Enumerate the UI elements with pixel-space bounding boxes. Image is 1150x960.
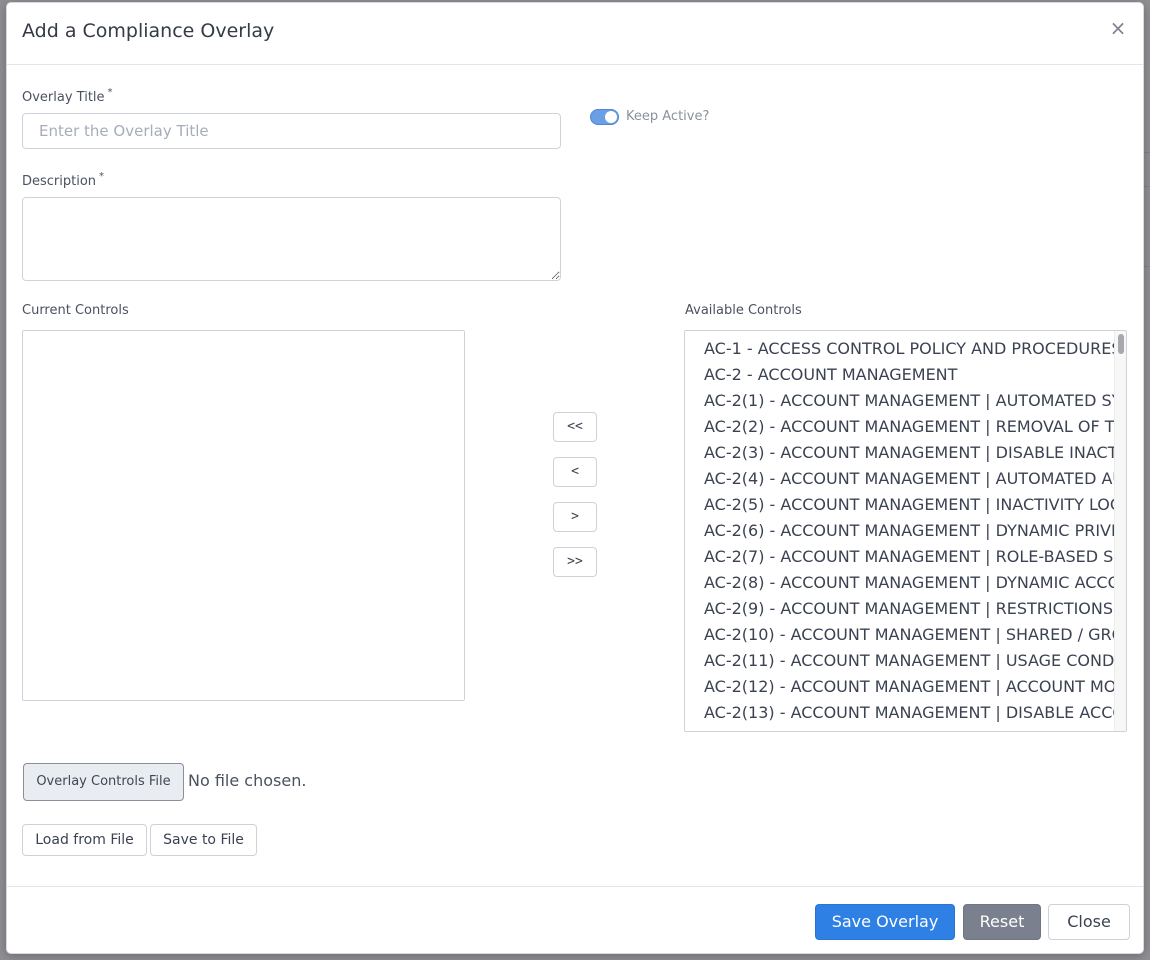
scrollbar-thumb[interactable] <box>1118 334 1124 354</box>
list-item[interactable]: AC-2(8) - ACCOUNT MANAGEMENT | DYNAMIC A… <box>704 573 1126 592</box>
backdrop-divider <box>1144 266 1150 267</box>
available-controls-list[interactable]: AC-1 - ACCESS CONTROL POLICY AND PROCEDU… <box>684 330 1127 732</box>
backdrop-divider <box>1144 152 1150 153</box>
description-label: Description * <box>22 171 105 189</box>
move-all-left-button[interactable]: << <box>553 412 597 442</box>
current-controls-list[interactable] <box>22 330 465 701</box>
list-item[interactable]: AC-2(7) - ACCOUNT MANAGEMENT | ROLE-BASE… <box>704 547 1126 566</box>
move-right-button[interactable]: > <box>553 502 597 532</box>
modal-header: Add a Compliance Overlay × <box>7 3 1143 65</box>
overlay-title-input[interactable] <box>22 113 561 149</box>
list-item[interactable]: AC-2(11) - ACCOUNT MANAGEMENT | USAGE CO… <box>704 651 1126 670</box>
available-controls-label: Available Controls <box>685 303 802 318</box>
overlay-title-label: Overlay Title * <box>22 87 113 105</box>
close-icon[interactable]: × <box>1109 18 1127 38</box>
move-all-right-button[interactable]: >> <box>553 547 597 577</box>
choose-file-button[interactable]: Overlay Controls File <box>23 763 184 801</box>
compliance-overlay-modal: Add a Compliance Overlay × Overlay Title… <box>6 2 1144 954</box>
keep-active-toggle[interactable] <box>590 109 619 125</box>
description-textarea[interactable] <box>22 197 561 281</box>
list-item[interactable]: AC-1 - ACCESS CONTROL POLICY AND PROCEDU… <box>704 339 1121 358</box>
file-status: No file chosen. <box>188 771 307 790</box>
list-item[interactable]: AC-2(6) - ACCOUNT MANAGEMENT | DYNAMIC P… <box>704 521 1126 540</box>
toggle-knob <box>605 111 617 123</box>
list-item[interactable]: AC-2(4) - ACCOUNT MANAGEMENT | AUTOMATED… <box>704 469 1126 488</box>
load-from-file-button[interactable]: Load from File <box>22 824 147 856</box>
list-item[interactable]: AC-2(9) - ACCOUNT MANAGEMENT | RESTRICTI… <box>704 599 1126 618</box>
list-item[interactable]: AC-2(3) - ACCOUNT MANAGEMENT | DISABLE I… <box>704 443 1126 462</box>
save-to-file-button[interactable]: Save to File <box>150 824 257 856</box>
move-left-button[interactable]: < <box>553 457 597 487</box>
list-item[interactable]: AC-2(5) - ACCOUNT MANAGEMENT | INACTIVIT… <box>704 495 1126 514</box>
list-item[interactable]: AC-2(10) - ACCOUNT MANAGEMENT | SHARED /… <box>704 625 1126 644</box>
modal-title: Add a Compliance Overlay <box>22 20 275 42</box>
available-list-scrollbar[interactable] <box>1114 331 1126 731</box>
list-item[interactable]: AC-2(1) - ACCOUNT MANAGEMENT | AUTOMATED… <box>704 391 1126 410</box>
list-item[interactable]: AC-2(2) - ACCOUNT MANAGEMENT | REMOVAL O… <box>704 417 1126 436</box>
list-item[interactable]: AC-2(13) - ACCOUNT MANAGEMENT | DISABLE … <box>704 703 1126 722</box>
modal-footer-divider <box>7 886 1143 887</box>
reset-button[interactable]: Reset <box>963 904 1041 940</box>
save-overlay-button[interactable]: Save Overlay <box>815 904 955 940</box>
close-button[interactable]: Close <box>1048 904 1130 940</box>
backdrop-divider <box>1144 186 1150 187</box>
current-controls-label: Current Controls <box>22 303 129 318</box>
list-item[interactable]: AC-2(12) - ACCOUNT MANAGEMENT | ACCOUNT … <box>704 677 1126 696</box>
list-item[interactable]: AC-2 - ACCOUNT MANAGEMENT <box>704 365 957 384</box>
keep-active-label: Keep Active? <box>626 109 710 124</box>
